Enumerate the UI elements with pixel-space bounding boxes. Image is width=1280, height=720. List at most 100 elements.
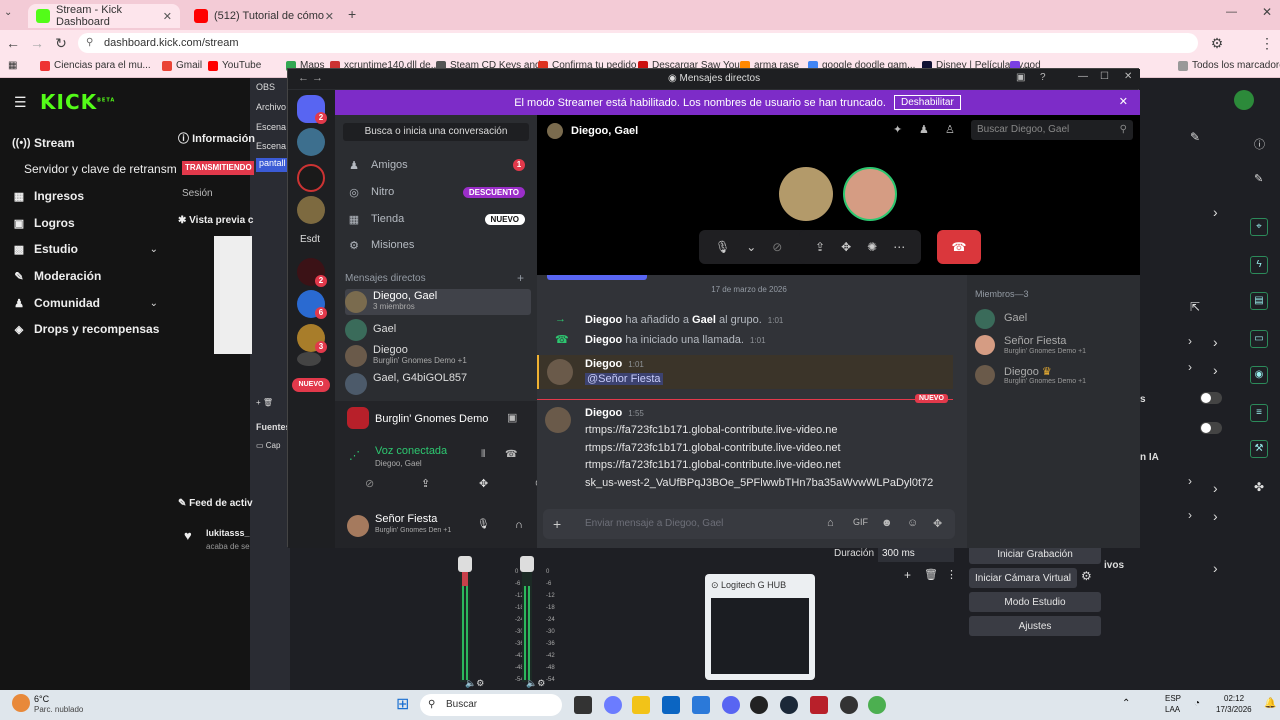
nav-friends[interactable]: ♟ Amigos 1 — [345, 153, 531, 177]
activities-icon[interactable]: ✥ — [479, 477, 488, 490]
obs-source-capture[interactable]: ▭ Cap — [256, 441, 280, 450]
new-servers-pill[interactable]: NUEVO — [292, 378, 330, 392]
obs-menu-archivo[interactable]: Archivo — [256, 102, 286, 112]
hamburger-menu-icon[interactable]: ☰ — [14, 94, 27, 111]
server-folder-label[interactable]: Esdt — [300, 234, 320, 245]
back-arrow-icon[interactable]: ← — [4, 34, 22, 52]
chevron-right-icon[interactable]: › — [1188, 474, 1192, 488]
studio-mode-button[interactable]: Modo Estudio — [969, 592, 1101, 612]
chevron-down-icon[interactable]: ⌄ — [746, 240, 756, 254]
language-indicator[interactable]: ESP — [1165, 694, 1181, 703]
chevron-down-icon[interactable]: ⌄ — [150, 244, 158, 255]
add-transition-icon[interactable]: + — [904, 568, 911, 582]
address-bar[interactable]: ⚲ dashboard.kick.com/stream — [78, 33, 1198, 53]
pencil-icon[interactable]: ✎ — [1254, 172, 1263, 185]
camera-off-icon[interactable]: ⊘ — [772, 240, 782, 254]
target-icon[interactable]: ⌖ — [1250, 218, 1268, 236]
tab-youtube-tutorial[interactable]: (512) Tutorial de cómo hacer d ✕ — [186, 4, 342, 28]
chevron-right-icon[interactable]: › — [1213, 204, 1218, 220]
speaker-icon[interactable]: 🔈⚙ — [465, 678, 484, 689]
pin-icon[interactable]: ✦ — [893, 123, 902, 136]
gear-icon[interactable]: ⚙ — [1081, 569, 1092, 583]
chevron-right-icon[interactable]: › — [1188, 508, 1192, 522]
store-icon[interactable] — [662, 696, 680, 714]
server-icon[interactable] — [297, 164, 325, 192]
participant-avatar-speaking[interactable] — [843, 167, 897, 221]
nav-shop[interactable]: ▦ Tienda NUEVO — [345, 207, 531, 231]
add-friend-icon[interactable]: ♟ — [919, 123, 929, 136]
logitech-preview-popup[interactable]: ⊙ Logitech G HUB — [705, 574, 815, 680]
notifications-icon[interactable]: 🔔 — [1264, 698, 1276, 709]
close-icon[interactable]: ✕ — [325, 10, 334, 23]
clock-time[interactable]: 02:12 — [1224, 694, 1244, 703]
screen-share-icon[interactable]: ⇪ — [421, 477, 430, 490]
emoji-icon[interactable]: ☺ — [907, 517, 918, 529]
apps-grid-icon[interactable]: ▦ — [8, 60, 17, 71]
maximize-icon[interactable]: ☐ — [1100, 71, 1109, 82]
chat-icon[interactable]: ▭ — [1250, 330, 1268, 348]
nav-quests[interactable]: ⚙ Misiones — [345, 233, 531, 257]
new-tab-button[interactable]: + — [348, 6, 356, 22]
create-dm-icon[interactable]: + — [517, 271, 524, 285]
camera-off-icon[interactable]: ⊘ — [365, 477, 374, 490]
dm-list-item[interactable]: Gael, G4biGOL857 — [345, 371, 531, 397]
all-bookmarks[interactable]: Todos los marcadores — [1178, 60, 1280, 71]
minimize-icon[interactable]: — — [1078, 71, 1088, 82]
soundboard-icon[interactable]: ⦀ — [481, 449, 485, 460]
gift-icon[interactable]: ⌂ — [827, 517, 834, 529]
user-avatar[interactable] — [545, 407, 571, 433]
discord-taskbar-icon[interactable] — [722, 696, 740, 714]
members-icon[interactable]: ♙ — [945, 123, 955, 136]
forward-arrow-icon[interactable]: → — [28, 34, 46, 52]
chrome-menu-icon[interactable]: ⋮ — [1258, 34, 1276, 52]
obs-add-icon[interactable]: + 🗑 — [256, 398, 273, 407]
speaker-icon[interactable]: 🔈⚙ — [526, 678, 545, 689]
close-window-icon[interactable]: ✕ — [1262, 5, 1272, 19]
volume-slider-handle[interactable] — [458, 556, 472, 572]
soundboard-icon[interactable]: ✺ — [867, 240, 877, 254]
dm-list-item[interactable]: Diegoo, Gael 3 miembros — [345, 289, 531, 315]
obs-scene-item[interactable]: Escena — [256, 141, 286, 151]
chevron-right-icon[interactable]: › — [1213, 560, 1218, 576]
tab-kick-dashboard[interactable]: Stream - Kick Dashboard ✕ — [28, 4, 180, 28]
obs-scene-pantalla[interactable]: pantall — [256, 158, 290, 172]
kick-nav-comunidad[interactable]: ♟ Comunidad — [12, 296, 100, 310]
call-resize-handle[interactable] — [547, 275, 647, 280]
file-explorer-icon[interactable] — [632, 696, 650, 714]
chevron-right-icon[interactable]: › — [1213, 508, 1218, 524]
steam-icon[interactable] — [780, 696, 798, 714]
chevron-right-icon[interactable]: › — [1188, 360, 1192, 374]
server-icon[interactable]: 6 — [297, 290, 327, 319]
settings-button[interactable]: Ajustes — [969, 616, 1101, 636]
tab-search-icon[interactable]: ⌄ — [4, 7, 12, 18]
more-options-icon[interactable]: ⋯ — [893, 240, 905, 254]
server-icon[interactable] — [297, 352, 321, 366]
activities-icon[interactable]: ✥ — [841, 240, 851, 254]
headphones-icon[interactable]: ∩ — [515, 519, 523, 531]
chevron-right-icon[interactable]: › — [1188, 334, 1192, 348]
chevron-right-icon[interactable]: › — [1213, 362, 1218, 378]
attach-plus-icon[interactable]: + — [553, 516, 561, 532]
nav-nitro[interactable]: ◎ Nitro DESCUENTO — [345, 180, 531, 204]
volume-slider-handle[interactable] — [520, 556, 534, 572]
task-view-icon[interactable] — [574, 696, 592, 714]
server-icon[interactable]: 2 — [297, 258, 327, 287]
chat-search-input[interactable]: Buscar Diegoo, Gael ⚲ — [971, 120, 1133, 140]
outlook-icon[interactable] — [692, 696, 710, 714]
toggle-switch[interactable] — [1200, 392, 1222, 404]
chevron-down-icon[interactable]: ⌄ — [150, 298, 158, 309]
microphone-icon[interactable]: 🎙 — [715, 240, 730, 254]
app-taskbar-icon[interactable] — [840, 696, 858, 714]
screen-share-icon[interactable]: ⇪ — [815, 240, 825, 254]
user-mention[interactable]: @Señor Fiesta — [585, 373, 663, 385]
document-icon[interactable]: ▤ — [1250, 292, 1268, 310]
back-arrow-icon[interactable]: ← → — [298, 72, 323, 84]
user-avatar[interactable] — [1234, 90, 1254, 110]
hang-up-button[interactable]: ☎ — [937, 230, 981, 264]
server-icon[interactable]: 3 — [297, 324, 327, 353]
kick-logo[interactable]: KICKBETA — [40, 90, 115, 114]
server-icon[interactable] — [297, 196, 325, 224]
bookmark-item[interactable]: Gmail — [162, 60, 202, 71]
sticker-icon[interactable]: ☻ — [881, 517, 893, 529]
start-virtual-cam-button[interactable]: Iniciar Cámara Virtual — [969, 568, 1077, 588]
